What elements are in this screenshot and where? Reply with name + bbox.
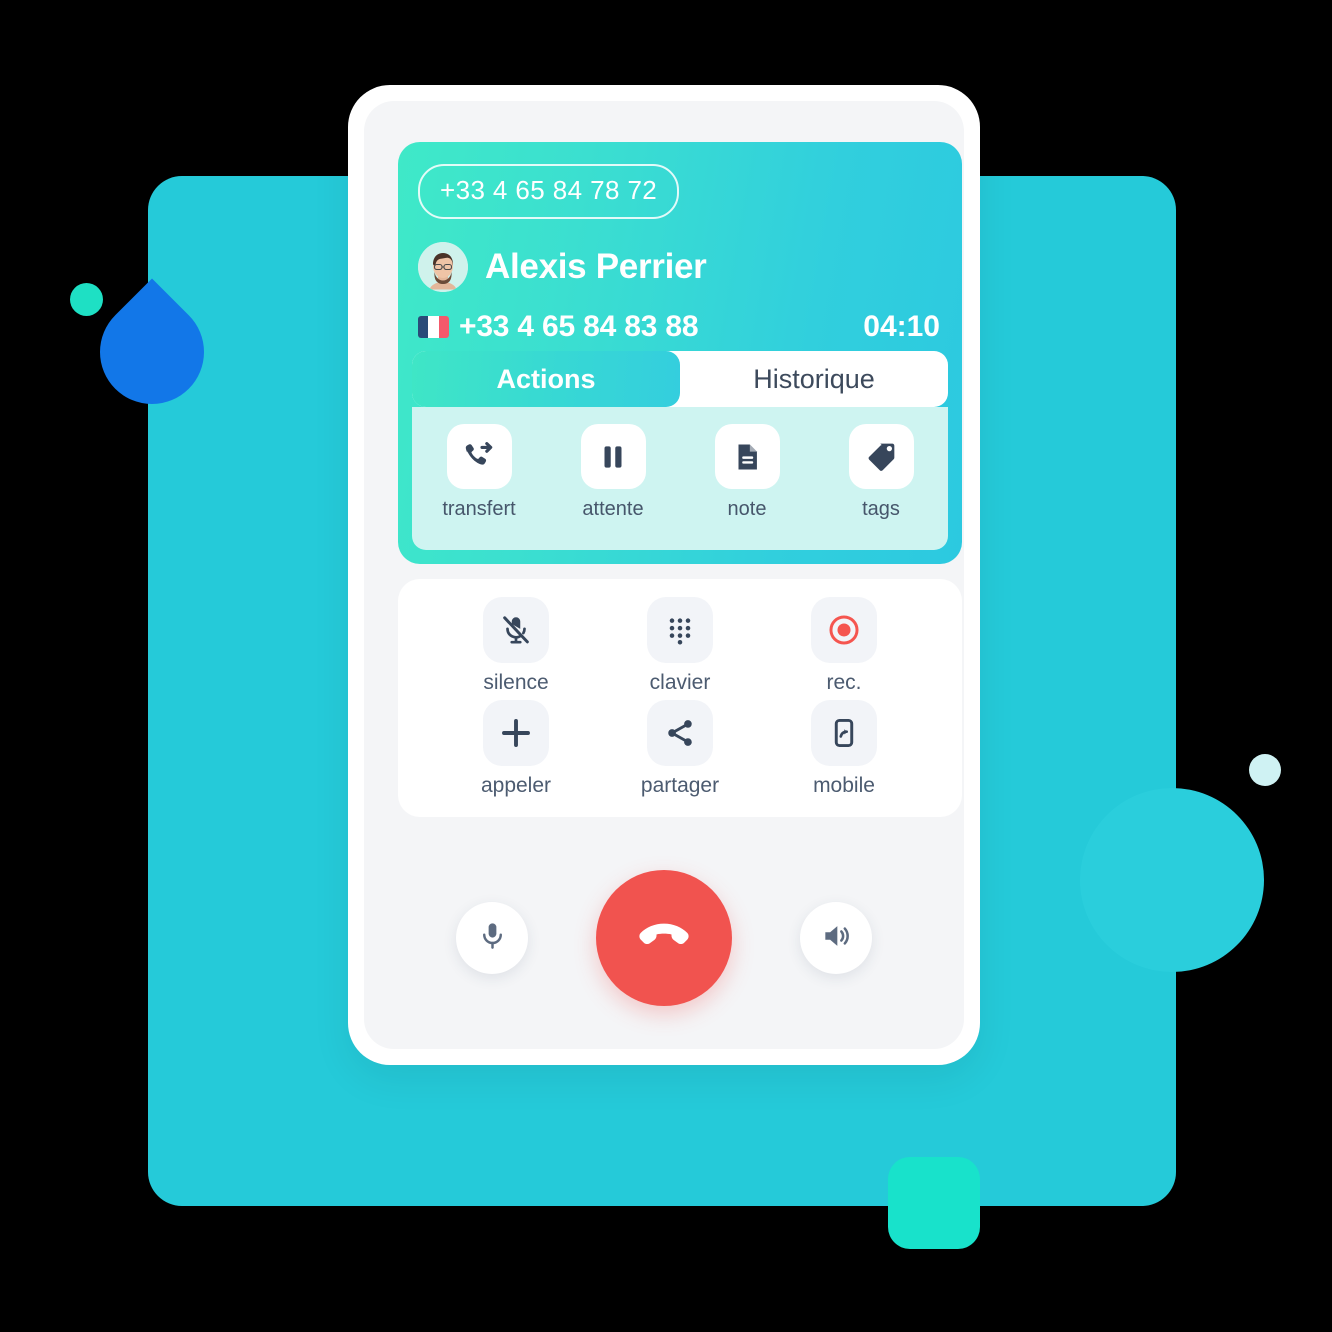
microphone-icon [477,920,508,956]
call-transfer-icon [446,424,512,489]
share-icon [647,700,713,766]
control-silence[interactable]: silence [434,597,598,700]
control-partager[interactable]: partager [598,700,762,803]
action-tags[interactable]: tags [826,424,936,521]
screenshot-canvas: +33 4 65 84 78 72 Alexis Perrier +33 4 6… [0,0,1332,1332]
microphone-muted-icon [483,597,549,663]
control-clavier[interactable]: clavier [598,597,762,700]
action-transfert[interactable]: transfert [424,424,534,521]
call-controls-card: silence clavier rec. appeler partager mo… [398,579,962,817]
phone-frame: +33 4 65 84 78 72 Alexis Perrier +33 4 6… [348,85,980,1065]
control-label: silence [483,671,549,694]
action-attente[interactable]: attente [558,424,668,521]
phone-screen: +33 4 65 84 78 72 Alexis Perrier +33 4 6… [364,101,964,1049]
decorative-mint-dot [70,283,103,316]
speaker-icon [820,920,852,957]
control-label: appeler [480,774,552,797]
control-label: clavier [649,671,711,694]
contact-phone-row: +33 4 65 84 83 88 04:10 [418,310,940,344]
decorative-rounded-square [888,1157,980,1249]
action-label: note [727,498,767,520]
tag-icon [848,424,914,489]
dialpad-icon [647,597,713,663]
contact-row: Alexis Perrier [418,242,707,292]
control-label: rec. [826,671,862,694]
mic-button[interactable] [456,902,528,974]
tab-historique[interactable]: Historique [680,351,948,407]
tab-bar: Actions Historique [412,351,948,407]
tab-actions[interactable]: Actions [412,351,680,407]
mobile-transfer-icon [811,700,877,766]
pause-icon [580,424,646,489]
control-appeler[interactable]: appeler [434,700,598,803]
contact-number: +33 4 65 84 83 88 [459,310,699,343]
action-note[interactable]: note [692,424,802,521]
action-label: tags [862,498,900,520]
hangup-button[interactable] [596,870,732,1006]
plus-icon [483,700,549,766]
call-header-card: +33 4 65 84 78 72 Alexis Perrier +33 4 6… [398,142,962,564]
decorative-large-circle [1080,788,1264,972]
decorative-pale-dot [1249,754,1281,786]
control-rec[interactable]: rec. [762,597,926,700]
contact-name: Alexis Perrier [485,247,707,286]
hangup-phone-icon [633,905,695,972]
bottom-call-bar [364,827,964,1049]
fr-flag-icon [418,316,449,338]
dialed-number-pill: +33 4 65 84 78 72 [418,164,680,219]
control-label: mobile [813,774,875,797]
control-mobile[interactable]: mobile [762,700,926,803]
call-timer: 04:10 [863,310,940,343]
control-label: partager [640,774,720,797]
document-icon [714,424,780,489]
action-label: attente [582,498,644,520]
speaker-button[interactable] [800,902,872,974]
action-label: transfert [442,498,516,520]
actions-panel: transfert attente note tags [412,407,948,550]
avatar [418,242,468,292]
record-icon [811,597,877,663]
